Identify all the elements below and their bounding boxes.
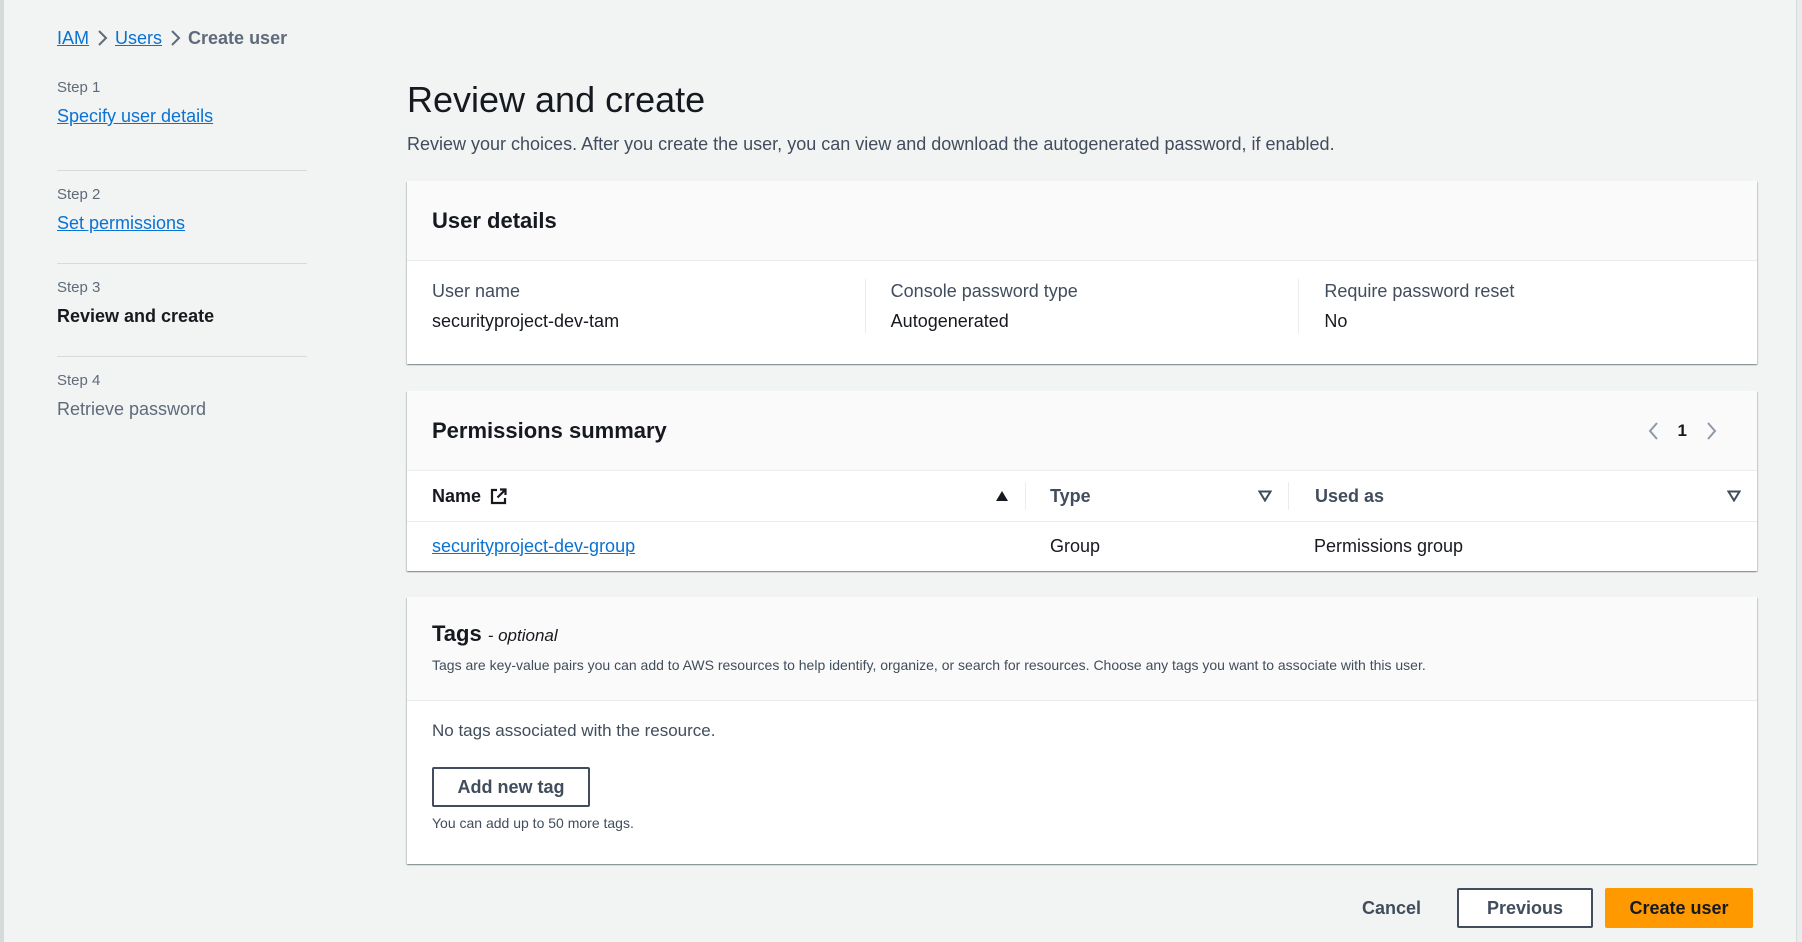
field-value: No — [1324, 311, 1348, 331]
wizard-actions: Cancel Previous Create user — [1362, 888, 1753, 928]
page-header: Review and create Review your choices. A… — [407, 78, 1757, 156]
chevron-left-icon[interactable] — [1646, 420, 1660, 442]
step-label-current: Review and create — [57, 306, 215, 326]
column-label: Type — [1050, 485, 1091, 506]
tags-body: No tags associated with the resource. Ad… — [407, 701, 1757, 831]
step-number: Step 2 — [57, 186, 101, 203]
chevron-right-icon — [89, 29, 115, 47]
wizard-steps: Step 1 Specify user details Step 2 Set p… — [57, 78, 307, 450]
table-cell: Group — [1050, 535, 1101, 556]
field-value: Autogenerated — [890, 311, 1009, 331]
step-number: Step 3 — [57, 279, 101, 296]
panel-title: Tags — [432, 621, 482, 646]
optional-label: - optional — [487, 626, 558, 645]
chevron-right-icon — [162, 29, 188, 47]
add-new-tag-button[interactable]: Add new tag — [432, 767, 590, 807]
key-value-list: User name securityproject-dev-tam Consol… — [407, 261, 1757, 333]
field-label: User name — [432, 281, 521, 301]
panel-header: Tags - optional Tags are key-value pairs… — [407, 597, 1757, 701]
tags-panel: Tags - optional Tags are key-value pairs… — [407, 597, 1757, 864]
step-number: Step 1 — [57, 79, 101, 96]
sort-icon[interactable] — [1258, 490, 1272, 502]
column-header-type[interactable]: Type — [1025, 482, 1288, 510]
previous-button[interactable]: Previous — [1457, 888, 1593, 928]
empty-state-text: No tags associated with the resource. — [432, 721, 716, 740]
table-row: securityproject-dev-group Group Permissi… — [407, 522, 1757, 570]
step-label-disabled: Retrieve password — [57, 399, 207, 419]
table-header: Name Type Used as — [407, 471, 1757, 522]
column-label: Name — [432, 485, 482, 506]
breadcrumb-users-link[interactable]: Users — [115, 28, 162, 49]
column-header-used-as[interactable]: Used as — [1288, 482, 1757, 510]
scrollbar-track[interactable] — [1796, 0, 1802, 942]
tags-description: Tags are key-value pairs you can add to … — [432, 657, 1426, 673]
field-console-password-type: Console password type Autogenerated — [864, 279, 1299, 333]
user-details-panel: User details User name securityproject-d… — [407, 181, 1757, 364]
step-4: Step 4 Retrieve password — [57, 357, 307, 450]
chevron-right-icon[interactable] — [1705, 420, 1719, 442]
cancel-button[interactable]: Cancel — [1362, 898, 1421, 919]
step-3: Step 3 Review and create — [57, 264, 307, 357]
field-value: securityproject-dev-tam — [432, 311, 620, 331]
external-link-icon — [489, 487, 508, 506]
step-1: Step 1 Specify user details — [57, 78, 307, 171]
page-title: Review and create — [407, 79, 706, 120]
page: IAM Users Create user Step 1 Specify use… — [0, 0, 1802, 942]
field-user-name: User name securityproject-dev-tam — [432, 279, 865, 333]
step-link-set-permissions[interactable]: Set permissions — [57, 213, 185, 233]
panel-title: Permissions summary — [432, 417, 667, 443]
pagination: 1 — [1646, 420, 1719, 442]
field-label: Require password reset — [1324, 281, 1515, 301]
breadcrumb-current: Create user — [188, 27, 288, 48]
breadcrumb: IAM Users Create user — [57, 26, 287, 50]
panel-header: User details — [407, 181, 1757, 261]
page-description: Review your choices. After you create th… — [407, 134, 1335, 154]
field-require-password-reset: Require password reset No — [1298, 279, 1732, 333]
step-2: Step 2 Set permissions — [57, 171, 307, 264]
panel-header: Permissions summary 1 — [407, 391, 1757, 471]
step-link-specify-user-details[interactable]: Specify user details — [57, 106, 213, 126]
sort-ascending-icon[interactable] — [995, 490, 1009, 502]
create-user-button[interactable]: Create user — [1605, 888, 1753, 928]
policy-group-link[interactable]: securityproject-dev-group — [432, 536, 635, 556]
column-label: Used as — [1315, 485, 1385, 506]
breadcrumb-iam-link[interactable]: IAM — [57, 28, 89, 49]
step-number: Step 4 — [57, 372, 101, 389]
field-label: Console password type — [890, 281, 1078, 301]
table-cell: Permissions group — [1314, 535, 1464, 556]
column-header-name[interactable]: Name — [407, 471, 1025, 521]
tag-limit-text: You can add up to 50 more tags. — [432, 815, 634, 831]
page-number[interactable]: 1 — [1678, 421, 1687, 441]
panel-title: User details — [432, 207, 557, 233]
sort-icon[interactable] — [1727, 490, 1741, 502]
permissions-summary-panel: Permissions summary 1 Name Type Used as … — [407, 391, 1757, 571]
